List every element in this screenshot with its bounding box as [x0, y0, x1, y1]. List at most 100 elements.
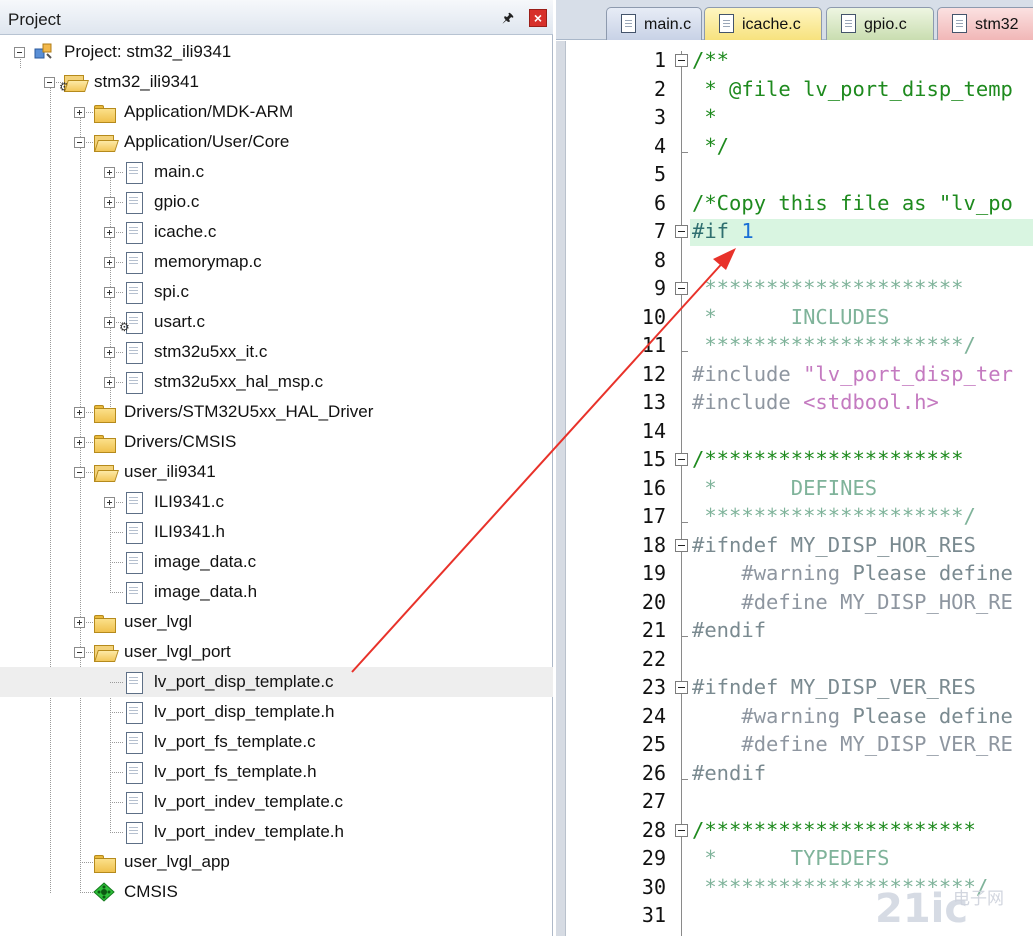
code-line: /**	[692, 48, 730, 72]
fold-collapse-icon[interactable]	[675, 453, 688, 466]
tree-item[interactable]: CMSIS	[0, 877, 553, 907]
tree-item[interactable]: lv_port_indev_template.c	[0, 787, 553, 817]
tree-item[interactable]: user_ili9341	[0, 457, 553, 487]
code-line: #ifndef MY_DISP_HOR_RES	[692, 532, 976, 557]
line-number: 29	[641, 846, 666, 870]
tree-item[interactable]: stm32u5xx_it.c	[0, 337, 553, 367]
code-editor[interactable]: 1 /** 2 * @file lv_port_disp_temp 3 * 4 */ 5 6…	[556, 41, 1033, 936]
code-line: /**********************	[692, 817, 976, 842]
expand-icon[interactable]	[74, 617, 85, 628]
fold-end-marker	[681, 351, 688, 352]
collapse-icon[interactable]	[74, 467, 85, 478]
code-line: *********************/	[692, 504, 976, 528]
tree-item[interactable]: lv_port_disp_template.c	[0, 667, 553, 697]
collapse-icon[interactable]	[74, 647, 85, 658]
tree-item-label: lv_port_indev_template.h	[154, 822, 344, 841]
tree-item[interactable]: user_lvgl_app	[0, 847, 553, 877]
expand-icon[interactable]	[104, 227, 115, 238]
close-icon[interactable]: ×	[529, 9, 547, 27]
tree-item-label: lv_port_disp_template.c	[154, 672, 334, 691]
tree-item-label: stm32_ili9341	[94, 72, 199, 91]
tree-item[interactable]: user_lvgl	[0, 607, 553, 637]
line-number: 5	[653, 162, 666, 186]
tab-gpio-c[interactable]: gpio.c	[826, 7, 934, 40]
project-panel-header: Project 🖈 ×	[0, 0, 553, 35]
tree-item[interactable]: main.c	[0, 157, 553, 187]
tree-item[interactable]: stm32u5xx_hal_msp.c	[0, 367, 553, 397]
tree-item[interactable]: ILI9341.c	[0, 487, 553, 517]
tree-item[interactable]: Project: stm32_ili9341	[0, 37, 553, 67]
tree-item[interactable]: Application/MDK-ARM	[0, 97, 553, 127]
expand-icon[interactable]	[104, 317, 115, 328]
expand-icon[interactable]	[104, 257, 115, 268]
expand-icon[interactable]	[104, 287, 115, 298]
collapse-icon[interactable]	[44, 77, 55, 88]
tree-item-label: image_data.c	[154, 552, 257, 571]
expand-icon[interactable]	[104, 167, 115, 178]
tree-item[interactable]: gpio.c	[0, 187, 553, 217]
fold-collapse-icon[interactable]	[675, 538, 688, 552]
fold-collapse-icon[interactable]	[675, 282, 688, 295]
tree-item[interactable]: ⚙ usart.c	[0, 307, 553, 337]
line-number: 6	[653, 190, 666, 215]
expand-icon[interactable]	[74, 407, 85, 418]
tab-main-c[interactable]: main.c	[606, 7, 702, 40]
pin-icon[interactable]: 🖈	[501, 11, 515, 25]
tree-item[interactable]: lv_port_fs_template.h	[0, 757, 553, 787]
tree-item-label: lv_port_disp_template.h	[154, 702, 335, 721]
fold-margin[interactable]	[674, 41, 690, 936]
tree-item-label: ILI9341.h	[154, 522, 225, 541]
line-number: 9	[653, 276, 666, 300]
fold-collapse-icon[interactable]	[675, 823, 688, 837]
tree-item[interactable]: ⚙ stm32_ili9341	[0, 67, 553, 97]
line-number: 18	[641, 532, 666, 557]
tab-icache-c[interactable]: icache.c	[704, 7, 822, 40]
fold-collapse-icon[interactable]	[675, 54, 688, 67]
code-line: *	[692, 105, 717, 129]
tree-item[interactable]: Drivers/CMSIS	[0, 427, 553, 457]
file-icon	[123, 762, 145, 784]
line-number: 30	[641, 874, 666, 899]
tree-item[interactable]: ILI9341.h	[0, 517, 553, 547]
code-line: #if 1	[692, 219, 754, 243]
target-folder-icon: ⚙	[59, 72, 85, 93]
expand-icon[interactable]	[104, 347, 115, 358]
expand-icon[interactable]	[104, 497, 115, 508]
line-number: 13	[641, 390, 666, 414]
expand-icon[interactable]	[74, 437, 85, 448]
tree-item-label: Drivers/STM32U5xx_HAL_Driver	[124, 402, 374, 421]
code-line: #include <stdbool.h>	[692, 390, 939, 414]
expand-icon[interactable]	[104, 197, 115, 208]
tab-stm32[interactable]: stm32	[937, 7, 1033, 40]
expand-icon[interactable]	[104, 377, 115, 388]
tree-item[interactable]: lv_port_indev_template.h	[0, 817, 553, 847]
watermark-logo: 21ic 电子网	[875, 886, 1030, 932]
tree-item[interactable]: memorymap.c	[0, 247, 553, 277]
tree-item[interactable]: icache.c	[0, 217, 553, 247]
line-number: 20	[641, 589, 666, 614]
code-line: #ifndef MY_DISP_VER_RES	[692, 675, 976, 699]
tree-item[interactable]: Application/User/Core	[0, 127, 553, 157]
line-number: 15	[641, 447, 666, 471]
tree-item[interactable]: user_lvgl_port	[0, 637, 553, 667]
tree-item[interactable]: lv_port_disp_template.h	[0, 697, 553, 727]
tree-item[interactable]: spi.c	[0, 277, 553, 307]
expand-icon[interactable]	[74, 107, 85, 118]
project-tree: Project: stm32_ili9341 ⚙ stm32_ili9341 Appl…	[0, 35, 553, 936]
file-icon	[123, 492, 145, 514]
tree-item-label: gpio.c	[154, 192, 200, 211]
tree-item-label: stm32u5xx_it.c	[154, 342, 268, 361]
editor-tab-strip: main.c icache.c gpio.c stm32	[556, 0, 1033, 40]
fold-collapse-icon[interactable]	[675, 225, 688, 238]
line-number: 25	[641, 732, 666, 756]
tree-item[interactable]: lv_port_fs_template.c	[0, 727, 553, 757]
tree-item[interactable]: image_data.h	[0, 577, 553, 607]
tree-item[interactable]: Drivers/STM32U5xx_HAL_Driver	[0, 397, 553, 427]
line-number: 24	[641, 703, 666, 728]
fold-collapse-icon[interactable]	[675, 681, 688, 694]
collapse-icon[interactable]	[14, 47, 25, 58]
file-icon	[123, 252, 145, 274]
file-icon	[123, 552, 145, 574]
collapse-icon[interactable]	[74, 137, 85, 148]
tree-item[interactable]: image_data.c	[0, 547, 553, 577]
